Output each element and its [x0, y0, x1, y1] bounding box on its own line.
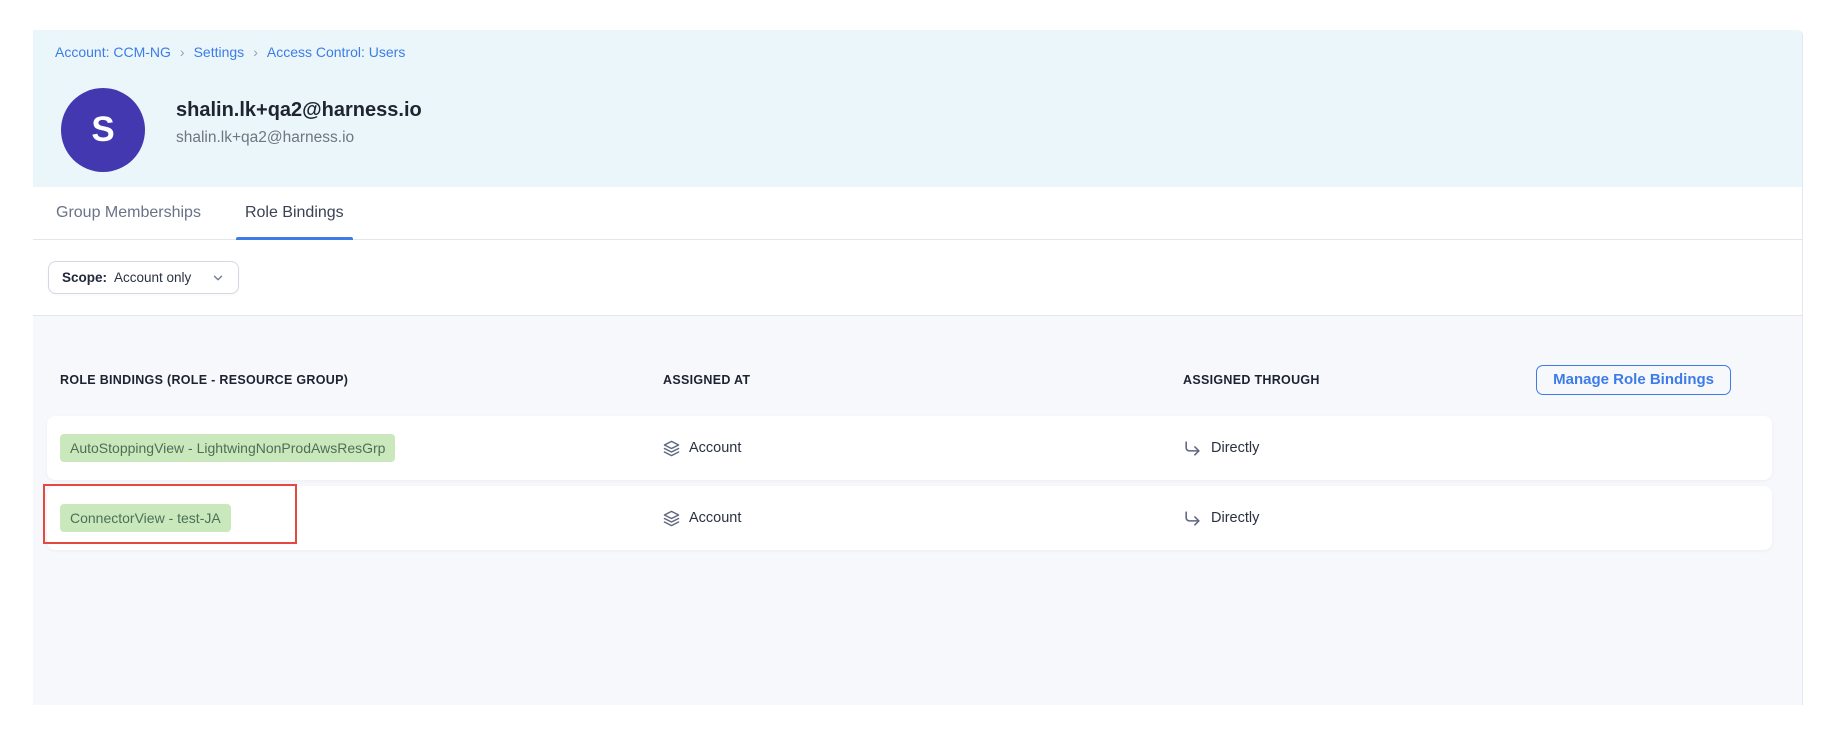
role-binding-badge: AutoStoppingView - LightwingNonProdAwsRe… — [60, 434, 395, 462]
column-header-assigned-through: ASSIGNED THROUGH — [1183, 373, 1520, 387]
assigned-at-value: Account — [689, 510, 741, 526]
table-row: ConnectorView - test-JA Account Directly — [47, 486, 1772, 550]
scope-dropdown-value: Account only — [114, 270, 191, 285]
assigned-through-cell: Directly — [1183, 439, 1772, 458]
assigned-through-cell: Directly — [1183, 509, 1772, 528]
user-header: Account: CCM-NG › Settings › Access Cont… — [33, 30, 1802, 187]
column-header-assigned-at: ASSIGNED AT — [663, 373, 1183, 387]
role-binding-badge: ConnectorView - test-JA — [60, 504, 231, 532]
breadcrumb-separator: › — [180, 43, 185, 61]
role-binding-cell: ConnectorView - test-JA — [60, 504, 663, 532]
scope-dropdown-label: Scope: — [62, 270, 107, 285]
name-block: shalin.lk+qa2@harness.io shalin.lk+qa2@h… — [176, 99, 422, 147]
assigned-through-value: Directly — [1211, 510, 1259, 526]
assigned-at-cell: Account — [663, 440, 1183, 457]
tab-role-bindings[interactable]: Role Bindings — [245, 187, 344, 239]
assigned-through-value: Directly — [1211, 440, 1259, 456]
table-body: AutoStoppingView - LightwingNonProdAwsRe… — [47, 416, 1788, 550]
toolbar: Scope: Account only — [33, 240, 1802, 316]
breadcrumb-access-control-link[interactable]: Access Control: Users — [267, 43, 405, 61]
corner-down-right-arrow-icon — [1183, 509, 1202, 528]
table-row: AutoStoppingView - LightwingNonProdAwsRe… — [47, 416, 1772, 480]
tab-group-memberships[interactable]: Group Memberships — [56, 187, 201, 239]
assigned-at-value: Account — [689, 440, 741, 456]
column-header-role-bindings: ROLE BINDINGS (ROLE - RESOURCE GROUP) — [60, 373, 663, 387]
role-bindings-table: ROLE BINDINGS (ROLE - RESOURCE GROUP) AS… — [33, 316, 1802, 705]
table-header-row: ROLE BINDINGS (ROLE - RESOURCE GROUP) AS… — [47, 316, 1788, 416]
breadcrumb: Account: CCM-NG › Settings › Access Cont… — [55, 43, 1802, 61]
user-email: shalin.lk+qa2@harness.io — [176, 129, 422, 147]
breadcrumb-settings-link[interactable]: Settings — [194, 43, 245, 61]
assigned-at-cell: Account — [663, 510, 1183, 527]
avatar: S — [61, 88, 145, 172]
tabs-bar: Group Memberships Role Bindings — [33, 187, 1802, 240]
chevron-down-icon — [211, 271, 225, 285]
main-panel: Account: CCM-NG › Settings › Access Cont… — [33, 30, 1803, 705]
role-binding-cell: AutoStoppingView - LightwingNonProdAwsRe… — [60, 434, 663, 462]
user-display-name: shalin.lk+qa2@harness.io — [176, 99, 422, 122]
breadcrumb-account-link[interactable]: Account: CCM-NG — [55, 43, 171, 61]
corner-down-right-arrow-icon — [1183, 439, 1202, 458]
manage-role-bindings-button[interactable]: Manage Role Bindings — [1536, 365, 1731, 395]
layers-icon — [663, 440, 680, 457]
breadcrumb-separator: › — [253, 43, 258, 61]
scope-dropdown[interactable]: Scope: Account only — [48, 261, 239, 294]
layers-icon — [663, 510, 680, 527]
profile-row: S shalin.lk+qa2@harness.io shalin.lk+qa2… — [61, 88, 1802, 172]
